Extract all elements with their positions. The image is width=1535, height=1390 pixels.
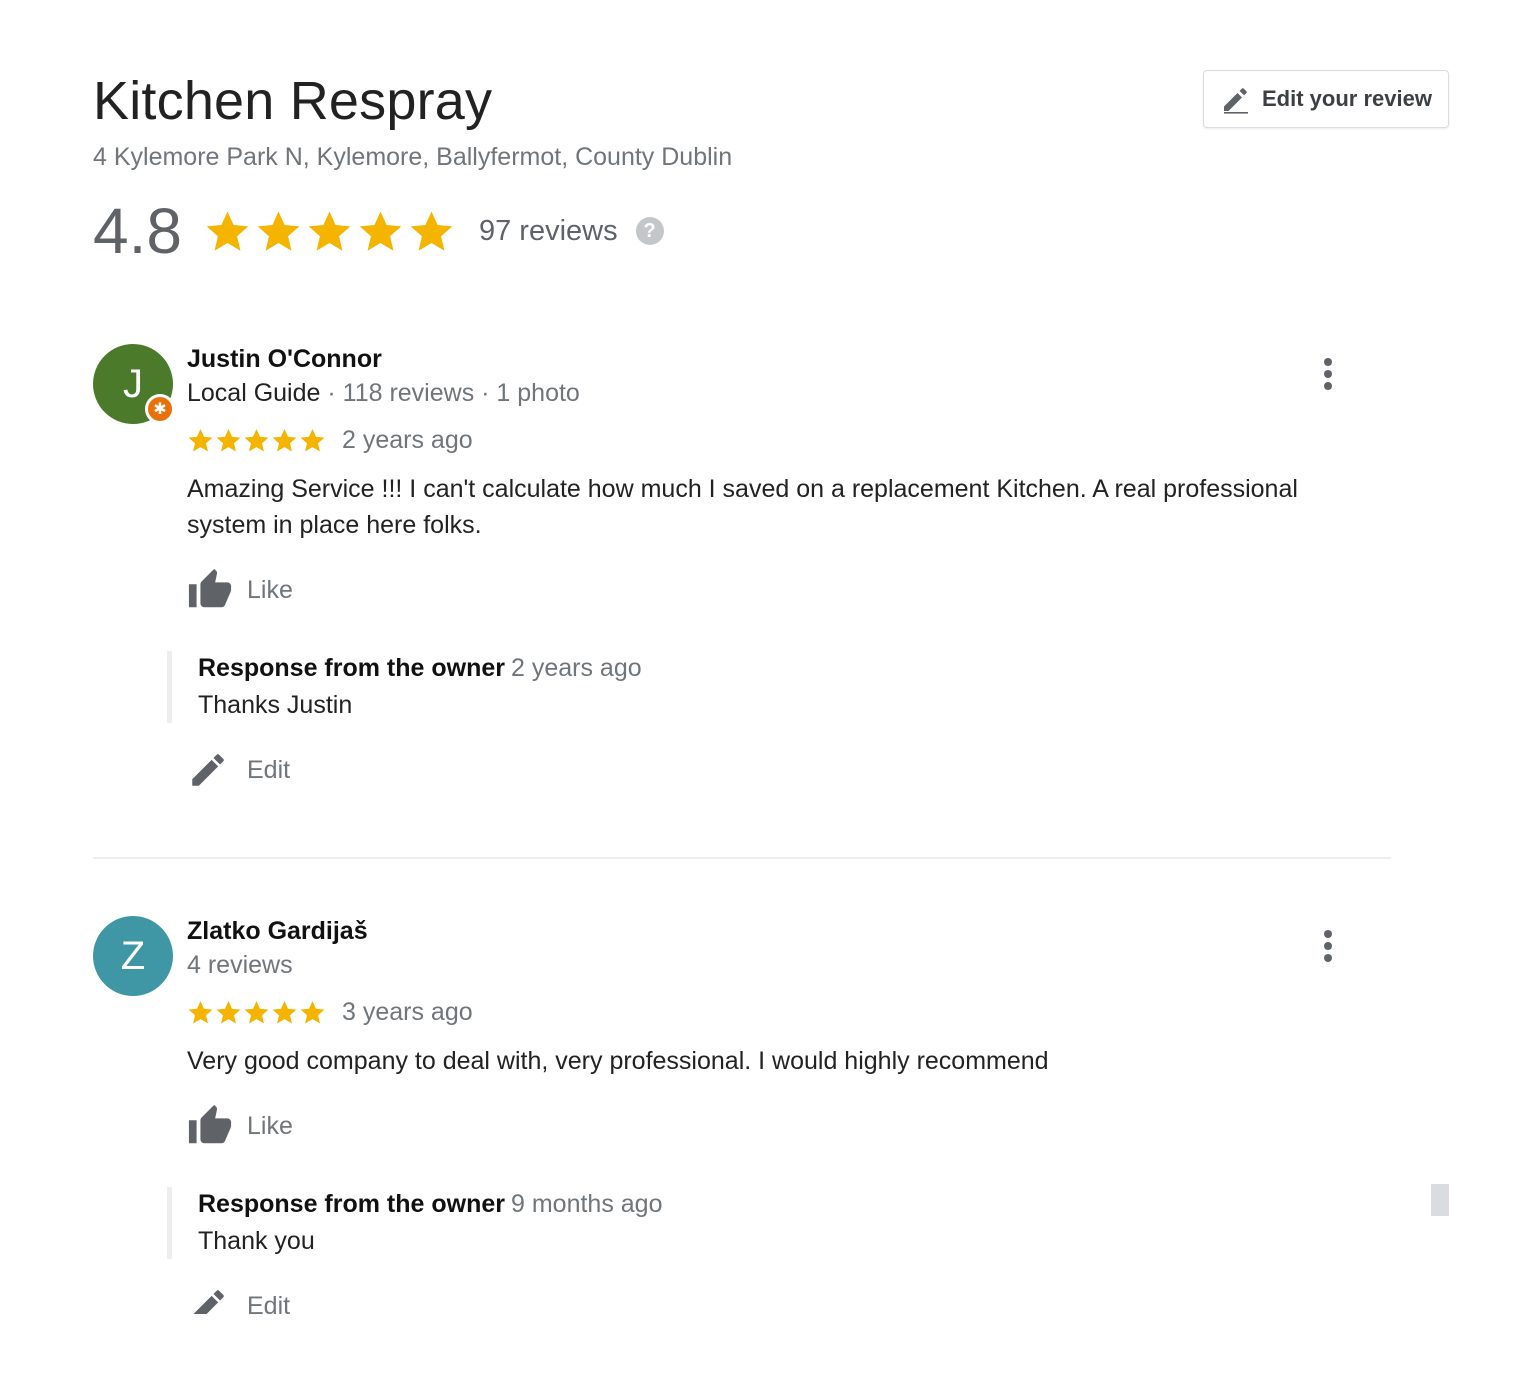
owner-response-text: Thank you	[198, 1227, 315, 1255]
reviewer-review-count: 118 reviews	[342, 379, 475, 407]
pencil-icon	[1224, 88, 1248, 114]
avatar-letter: J	[123, 361, 143, 406]
star-icon	[408, 208, 455, 255]
review-text: Amazing Service !!! I can't calculate ho…	[187, 475, 1298, 539]
review-stars	[187, 427, 326, 454]
reviewer-name[interactable]: Zlatko Gardijaš	[187, 916, 1387, 946]
star-icon	[255, 208, 302, 255]
meta-separator: ·	[320, 379, 343, 407]
review-content: Justin O'Connor Local Guide · 118 review…	[167, 344, 1387, 791]
reviewer-meta: Local Guide · 118 reviews · 1 photo	[187, 378, 1387, 408]
rating-summary: 4.8 97 reviews ?	[93, 193, 664, 269]
more-options-icon[interactable]	[1316, 354, 1340, 394]
star-icon	[299, 427, 326, 454]
owner-response-header: Response from the owner 2 years ago	[198, 651, 1387, 685]
average-rating: 4.8	[93, 195, 182, 267]
star-icon	[357, 208, 404, 255]
review-rating-row: 2 years ago	[187, 426, 1387, 455]
like-label: Like	[247, 575, 293, 604]
like-label: Like	[247, 1111, 293, 1140]
star-icon	[271, 999, 298, 1026]
edit-response-button[interactable]: Edit	[187, 749, 1387, 791]
avatar-letter: Z	[120, 933, 146, 978]
review-divider	[93, 857, 1391, 859]
star-icon	[187, 427, 214, 454]
local-guide-label: Local Guide	[187, 379, 321, 407]
meta-separator: ·	[474, 379, 497, 407]
more-options-icon[interactable]	[1316, 926, 1340, 966]
owner-response-title: Response from the owner	[198, 654, 505, 682]
owner-response-header: Response from the owner 9 months ago	[198, 1187, 1387, 1221]
thumbs-up-icon	[187, 567, 233, 613]
reviewer-photo-count: 1 photo	[496, 379, 580, 407]
reviewer-name[interactable]: Justin O'Connor	[187, 344, 1387, 374]
average-rating-stars	[204, 208, 455, 255]
thumbs-up-icon	[187, 1103, 233, 1149]
reviewer-review-count: 4 reviews	[187, 951, 293, 979]
star-icon	[215, 427, 242, 454]
star-icon	[243, 427, 270, 454]
star-icon	[187, 999, 214, 1026]
star-icon	[215, 999, 242, 1026]
like-button[interactable]: Like	[187, 1103, 1387, 1149]
like-button[interactable]: Like	[187, 567, 1387, 613]
edit-your-review-button[interactable]: Edit your review	[1203, 70, 1449, 128]
star-icon	[243, 999, 270, 1026]
owner-response-text: Thanks Justin	[198, 691, 353, 719]
owner-response: Response from the owner 9 months ago Than…	[167, 1187, 1387, 1259]
review-rating-row: 3 years ago	[187, 998, 1387, 1027]
avatar[interactable]: Z	[93, 916, 173, 996]
owner-response-time: 9 months ago	[511, 1190, 663, 1218]
edit-your-review-label: Edit your review	[1262, 86, 1432, 111]
review-time: 2 years ago	[342, 426, 473, 454]
scrollbar-thumb[interactable]	[1431, 1184, 1449, 1216]
local-guide-badge-icon: ✱	[145, 394, 175, 424]
review-text: Very good company to deal with, very pro…	[187, 1047, 1049, 1075]
review-stars	[187, 999, 326, 1026]
place-address: 4 Kylemore Park N, Kylemore, Ballyfermot…	[93, 143, 733, 171]
viewport-clip	[0, 1314, 1535, 1390]
owner-response-time: 2 years ago	[511, 654, 642, 682]
pencil-icon	[187, 749, 229, 791]
edit-label: Edit	[247, 755, 291, 784]
reviewer-meta: 4 reviews	[187, 950, 1387, 980]
owner-response: Response from the owner 2 years ago Thank…	[167, 651, 1387, 723]
star-icon	[271, 427, 298, 454]
star-icon	[306, 208, 353, 255]
avatar[interactable]: J ✱	[93, 344, 175, 424]
review-content: Zlatko Gardijaš 4 reviews 3 years ago Ve…	[167, 916, 1387, 1327]
star-icon	[204, 208, 251, 255]
owner-response-title: Response from the owner	[198, 1190, 505, 1218]
total-review-count: 97 reviews	[478, 214, 618, 247]
star-icon	[299, 999, 326, 1026]
review-time: 3 years ago	[342, 998, 473, 1026]
help-icon[interactable]: ?	[635, 217, 664, 245]
